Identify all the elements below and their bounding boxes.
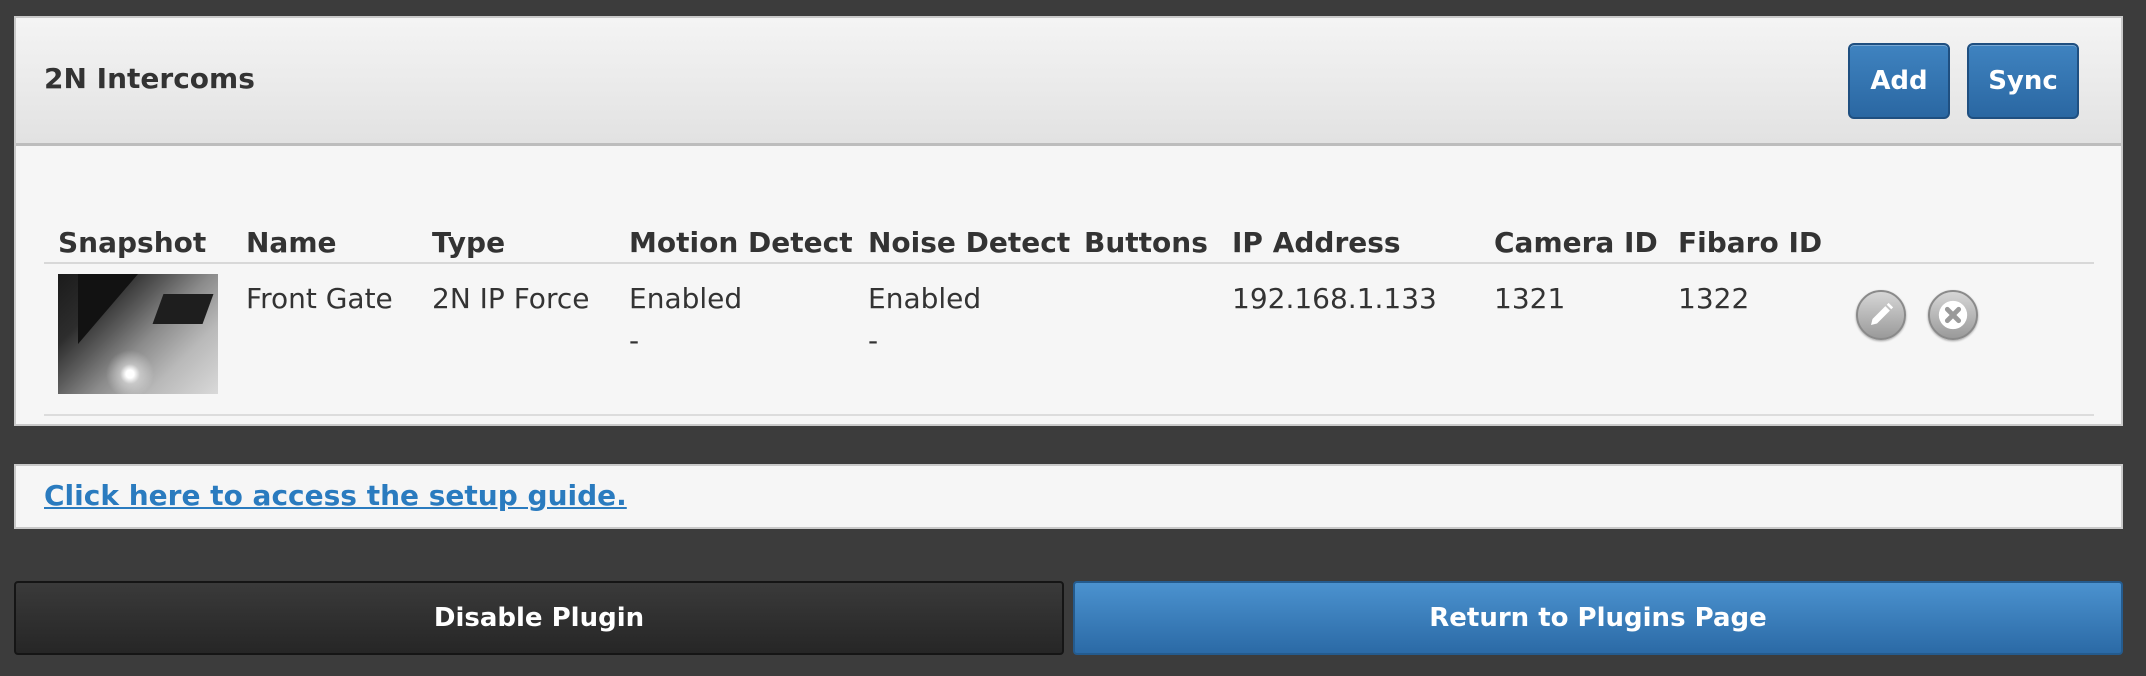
edit-button[interactable] [1856, 290, 1906, 340]
table-header: Snapshot Name Type Motion Detect Noise D… [44, 203, 2094, 264]
cell-name: Front Gate [246, 282, 393, 315]
delete-button[interactable] [1928, 290, 1978, 340]
close-icon [1938, 300, 1968, 330]
panel-title: 2N Intercoms [44, 62, 255, 95]
intercoms-table: Snapshot Name Type Motion Detect Noise D… [44, 203, 2094, 416]
intercoms-panel: 2N Intercoms Add Sync Snapshot Name Type… [14, 16, 2123, 426]
cell-camera-id: 1321 [1494, 282, 1566, 315]
cell-fibaro-id: 1322 [1678, 282, 1750, 315]
column-header-motion-detect: Motion Detect [629, 226, 853, 259]
return-to-plugins-button[interactable]: Return to Plugins Page [1073, 581, 2123, 655]
cell-ip-address: 192.168.1.133 [1232, 282, 1437, 315]
column-header-buttons: Buttons [1084, 226, 1208, 259]
column-header-camera-id: Camera ID [1494, 226, 1658, 259]
setup-guide-bar: Click here to access the setup guide. [14, 464, 2123, 529]
noise-detect-detail: - [868, 324, 879, 357]
sync-button[interactable]: Sync [1967, 43, 2079, 119]
setup-guide-link[interactable]: Click here to access the setup guide. [44, 479, 627, 512]
disable-plugin-button[interactable]: Disable Plugin [14, 581, 1064, 655]
column-header-name: Name [246, 226, 337, 259]
noise-detect-status: Enabled [868, 282, 982, 315]
table-row: Front Gate 2N IP Force Enabled - Enabled… [44, 264, 2094, 416]
cell-type: 2N IP Force [432, 282, 590, 315]
column-header-fibaro-id: Fibaro ID [1678, 226, 1823, 259]
pencil-icon [1871, 302, 1894, 325]
column-header-noise-detect: Noise Detect [868, 226, 1071, 259]
camera-snapshot-image[interactable] [58, 274, 218, 394]
motion-detect-status: Enabled [629, 282, 743, 315]
column-header-ip-address: IP Address [1232, 226, 1401, 259]
cell-noise-detect: Enabled - [868, 278, 981, 362]
column-header-snapshot: Snapshot [58, 226, 207, 259]
cell-motion-detect: Enabled - [629, 278, 742, 362]
panel-header: 2N Intercoms Add Sync [16, 18, 2121, 146]
column-header-type: Type [432, 226, 506, 259]
motion-detect-detail: - [629, 324, 640, 357]
add-button[interactable]: Add [1848, 43, 1950, 119]
